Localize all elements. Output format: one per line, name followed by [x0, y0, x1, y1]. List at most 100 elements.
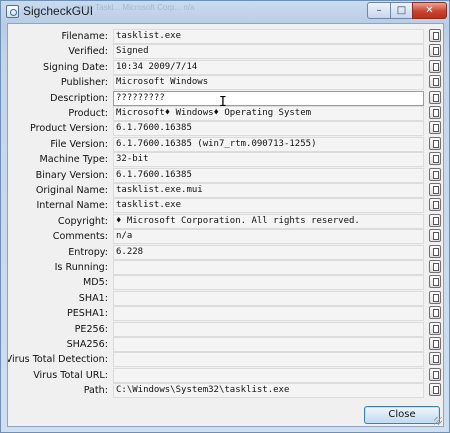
field-label-is-running: Is Running: [54, 262, 108, 273]
copy-icon[interactable] [429, 44, 441, 58]
text-cursor-icon: I [219, 95, 227, 110]
field-label-verified: Verified: [68, 46, 108, 58]
sigcheck-window: SigcheckGUI ...ame Taskl... Microsoft Co… [0, 0, 450, 433]
copy-icon[interactable] [429, 275, 441, 289]
field-value-publisher[interactable]: Microsoft Windows [113, 75, 424, 91]
field-label-virus-total-detection: Virus Total Detection: [8, 354, 108, 366]
copy-icon[interactable] [429, 383, 441, 397]
field-row-virus-total-url: Virus Total URL: [8, 367, 445, 383]
field-value-is-running[interactable] [113, 260, 424, 275]
copy-icon[interactable] [429, 121, 441, 135]
copy-icon[interactable] [429, 352, 441, 366]
copy-icon[interactable] [429, 367, 441, 381]
copy-icon[interactable] [429, 136, 441, 150]
copy-icon[interactable] [429, 337, 441, 350]
details-panel: Filename: tasklist.exe Verified: Signed Sign… [7, 23, 444, 427]
copy-icon[interactable] [429, 90, 441, 104]
field-row-publisher: Publisher: Microsoft Windows [8, 75, 445, 91]
field-value-original-name[interactable]: tasklist.exe.mui [113, 183, 424, 198]
field-value-pe256[interactable] [113, 321, 424, 337]
field-label-copyright: Copyright: [57, 215, 108, 227]
field-value-virus-total-url[interactable] [113, 367, 424, 383]
copy-icon[interactable] [429, 321, 441, 335]
title-close-button[interactable]: ✕ [412, 2, 447, 19]
field-value-path[interactable]: C:\Windows\System32\tasklist.exe [113, 383, 424, 399]
field-value-sha1[interactable] [113, 290, 424, 306]
app-icon [6, 5, 19, 18]
field-value-pesha1[interactable] [113, 306, 424, 322]
field-row-pesha1: PESHA1: [8, 306, 445, 322]
copy-icon[interactable] [429, 29, 441, 42]
field-row-path: Path: C:\Windows\System32\tasklist.exe [8, 383, 445, 399]
field-value-internal-name[interactable]: tasklist.exe [113, 198, 424, 214]
field-label-file-version: File Version: [50, 138, 108, 150]
copy-icon[interactable] [429, 213, 441, 227]
field-row-product-version: Product Version: 6.1.7600.16385 [8, 121, 445, 137]
field-label-product-version: Product Version: [30, 123, 108, 135]
field-label-entropy: Entropy: [68, 246, 108, 258]
copy-icon[interactable] [429, 198, 441, 212]
field-row-signing-date: Signing Date: 10:34 2009/7/14 [8, 59, 445, 75]
field-label-sha256: SHA256: [66, 339, 108, 350]
field-value-verified[interactable]: Signed [113, 44, 424, 60]
copy-icon[interactable] [429, 244, 441, 258]
copy-icon[interactable] [429, 183, 441, 196]
copy-icon[interactable] [429, 106, 441, 119]
field-label-path: Path: [83, 385, 108, 397]
field-row-comments: Comments: n/a [8, 229, 445, 245]
field-label-comments: Comments: [52, 231, 108, 243]
copy-icon[interactable] [429, 75, 441, 89]
field-value-description[interactable]: ????????? [113, 90, 424, 106]
field-row-pe256: PE256: [8, 321, 445, 337]
field-row-machine-type: Machine Type: 32-bit [8, 152, 445, 168]
field-label-virus-total-url: Virus Total URL: [33, 369, 108, 381]
field-row-verified: Verified: Signed [8, 44, 445, 60]
minimize-button[interactable]: – [367, 2, 391, 19]
field-label-original-name: Original Name: [35, 185, 108, 196]
copy-icon[interactable] [429, 152, 441, 166]
field-label-publisher: Publisher: [60, 77, 108, 89]
field-row-internal-name: Internal Name: tasklist.exe [8, 198, 445, 214]
field-label-binary-version: Binary Version: [35, 169, 108, 181]
field-row-file-version: File Version: 6.1.7600.16385 (win7_rtm.09… [8, 136, 445, 152]
field-value-file-version[interactable]: 6.1.7600.16385 (win7_rtm.090713-1255) [113, 136, 424, 152]
copy-icon[interactable] [429, 260, 441, 273]
field-value-machine-type[interactable]: 32-bit [113, 152, 424, 168]
copy-icon[interactable] [429, 59, 441, 73]
copy-icon[interactable] [429, 290, 441, 304]
field-label-product: Product: [68, 108, 108, 119]
field-row-binary-version: Binary Version: 6.1.7600.16385 [8, 167, 445, 183]
copy-icon[interactable] [429, 167, 441, 181]
field-row-filename: Filename: tasklist.exe [8, 29, 445, 44]
resize-grip-icon[interactable] [434, 417, 442, 425]
field-label-pesha1: PESHA1: [66, 308, 108, 320]
field-row-is-running: Is Running: [8, 260, 445, 275]
field-value-entropy[interactable]: 6.228 [113, 244, 424, 260]
field-value-comments[interactable]: n/a [113, 229, 424, 245]
field-row-original-name: Original Name: tasklist.exe.mui [8, 183, 445, 198]
title-bar[interactable]: SigcheckGUI ...ame Taskl... Microsoft Co… [1, 1, 449, 23]
field-value-product-version[interactable]: 6.1.7600.16385 [113, 121, 424, 137]
background-window-ghost-text: ...ame Taskl... Microsoft Corp... n/a [71, 3, 195, 12]
field-value-filename[interactable]: tasklist.exe [113, 29, 424, 44]
field-value-signing-date[interactable]: 10:34 2009/7/14 [113, 59, 424, 75]
field-label-internal-name: Internal Name: [36, 200, 108, 212]
field-value-product[interactable]: Microsoft♦ Windows♦ Operating System [113, 106, 424, 121]
maximize-button[interactable]: □ [390, 2, 413, 19]
field-label-machine-type: Machine Type: [39, 154, 108, 166]
field-row-entropy: Entropy: 6.228 [8, 244, 445, 260]
field-label-description: Description: [50, 92, 108, 104]
field-row-md5: MD5: [8, 275, 445, 291]
field-label-md5: MD5: [82, 277, 108, 289]
field-row-sha256: SHA256: [8, 337, 445, 352]
field-value-virus-total-detection[interactable] [113, 352, 424, 368]
field-value-copyright[interactable]: ♦ Microsoft Corporation. All rights rese… [113, 213, 424, 229]
close-button[interactable]: Close [364, 406, 440, 424]
field-value-sha256[interactable] [113, 337, 424, 352]
field-value-binary-version[interactable]: 6.1.7600.16385 [113, 167, 424, 183]
field-row-sha1: SHA1: [8, 290, 445, 306]
field-label-filename: Filename: [61, 31, 109, 42]
copy-icon[interactable] [429, 229, 441, 243]
field-value-md5[interactable] [113, 275, 424, 291]
copy-icon[interactable] [429, 306, 441, 320]
